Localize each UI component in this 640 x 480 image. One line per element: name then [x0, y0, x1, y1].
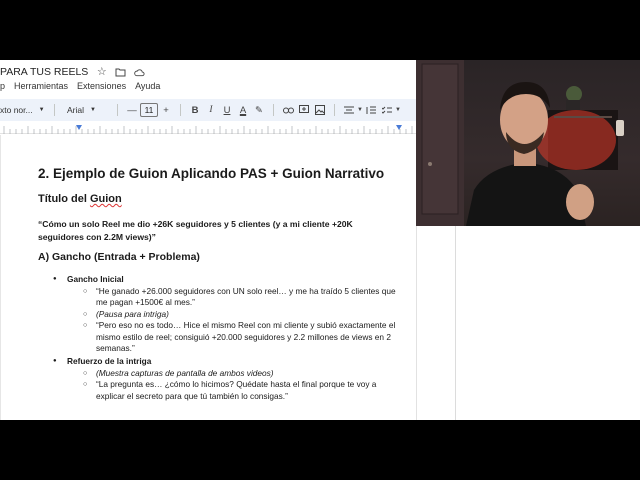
lamp [616, 120, 624, 136]
list-item: “La pregunta es… ¿cómo lo hicimos? Quéda… [83, 379, 403, 402]
document-page[interactable]: 2. Ejemplo de Guion Aplicando PAS + Guio… [0, 135, 416, 420]
door-panel [421, 63, 459, 215]
list-item: “He ganado +26.000 seguidores con UN sol… [83, 286, 403, 309]
title-bar: PARA TUS REELS ☆ [0, 64, 145, 80]
font-size-input[interactable]: 11 [140, 103, 158, 117]
spellcheck-word[interactable]: Guion [90, 193, 122, 205]
increase-font-size-button[interactable]: + [158, 102, 174, 118]
star-icon[interactable]: ☆ [96, 66, 107, 78]
shelf-board [554, 116, 612, 118]
ruler-ticks [3, 125, 413, 134]
highlight-icon[interactable]: ✎ [251, 102, 267, 118]
webcam-overlay [416, 60, 640, 226]
font-family-select[interactable]: Arial ▼ [67, 105, 111, 115]
menu-item-extensions[interactable]: Extensiones [77, 81, 126, 91]
indent-marker-icon[interactable] [76, 125, 82, 130]
presenter-video [416, 60, 624, 226]
menu-item-help[interactable]: Ayuda [135, 81, 160, 91]
list-item: (Pausa para intriga) [83, 309, 403, 321]
text-color-icon[interactable]: A [235, 102, 251, 118]
section-heading: 2. Ejemplo de Guion Aplicando PAS + Guio… [38, 166, 385, 181]
list-item: Gancho Inicial “He ganado +26.000 seguid… [53, 274, 403, 355]
dropdown-icon: ▼ [38, 107, 45, 113]
section-a-heading: A) Gancho (Entrada + Problema) [38, 251, 200, 263]
red-backlight [536, 110, 616, 170]
insert-image-icon[interactable] [312, 102, 328, 118]
list-item: Refuerzo de la intriga (Muestra capturas… [53, 356, 403, 402]
list-item: “Pero eso no es todo… Hice el mismo Reel… [83, 320, 403, 355]
person-hand [566, 184, 594, 220]
toolbar-divider [273, 104, 274, 116]
bold-icon[interactable]: B [187, 102, 203, 118]
menu-bar: p Herramientas Extensiones Ayuda [0, 81, 160, 91]
checklist-icon[interactable] [379, 102, 395, 118]
add-comment-icon[interactable] [296, 102, 312, 118]
move-folder-icon[interactable] [115, 67, 126, 78]
door-handle [428, 162, 432, 166]
sub-list: (Muestra capturas de pantalla de ambos v… [83, 368, 403, 403]
underline-icon[interactable]: U [219, 102, 235, 118]
toolbar-divider [180, 104, 181, 116]
blank-panel [416, 226, 640, 420]
ruler[interactable] [0, 122, 416, 134]
toolbar-divider [54, 104, 55, 116]
list-item-label: Refuerzo de la intriga [67, 356, 152, 366]
menu-item-format[interactable]: p [0, 81, 5, 91]
google-docs-window: PARA TUS REELS ☆ p Herramientas Extensio… [0, 60, 416, 420]
toolbar-divider [334, 104, 335, 116]
italic-icon[interactable]: I [203, 102, 219, 118]
right-indent-marker-icon[interactable] [396, 125, 402, 130]
panel-divider [455, 226, 456, 420]
document-title[interactable]: PARA TUS REELS [0, 66, 88, 78]
menu-item-tools[interactable]: Herramientas [14, 81, 68, 91]
dropdown-icon: ▼ [90, 107, 96, 113]
decrease-font-size-button[interactable]: — [124, 102, 140, 118]
formatting-toolbar: xto nor... ▼ Arial ▼ — 11 + B I U A ✎ ▼ … [0, 99, 416, 121]
plant-pot [566, 100, 580, 110]
align-icon[interactable] [341, 102, 357, 118]
plant [566, 86, 582, 102]
list-item-label: Gancho Inicial [67, 274, 124, 284]
sub-list: “He ganado +26.000 seguidores con UN sol… [83, 286, 403, 355]
toolbar-divider [117, 104, 118, 116]
title-heading: Título del Guion [38, 193, 122, 205]
bullet-list: Refuerzo de la intriga (Muestra capturas… [53, 356, 403, 402]
list-item: (Muestra capturas de pantalla de ambos v… [83, 368, 403, 380]
paragraph-style-select[interactable]: xto nor... ▼ [0, 105, 48, 115]
video-frame: PARA TUS REELS ☆ p Herramientas Extensio… [0, 60, 640, 420]
bullet-list: Gancho Inicial “He ganado +26.000 seguid… [53, 274, 403, 355]
line-spacing-icon[interactable] [363, 102, 379, 118]
dropdown-icon[interactable]: ▼ [395, 102, 401, 118]
script-title-quote: “Cómo un solo Reel me dio +26K seguidore… [38, 219, 353, 242]
link-icon[interactable] [280, 102, 296, 118]
cloud-status-icon[interactable] [134, 67, 145, 78]
